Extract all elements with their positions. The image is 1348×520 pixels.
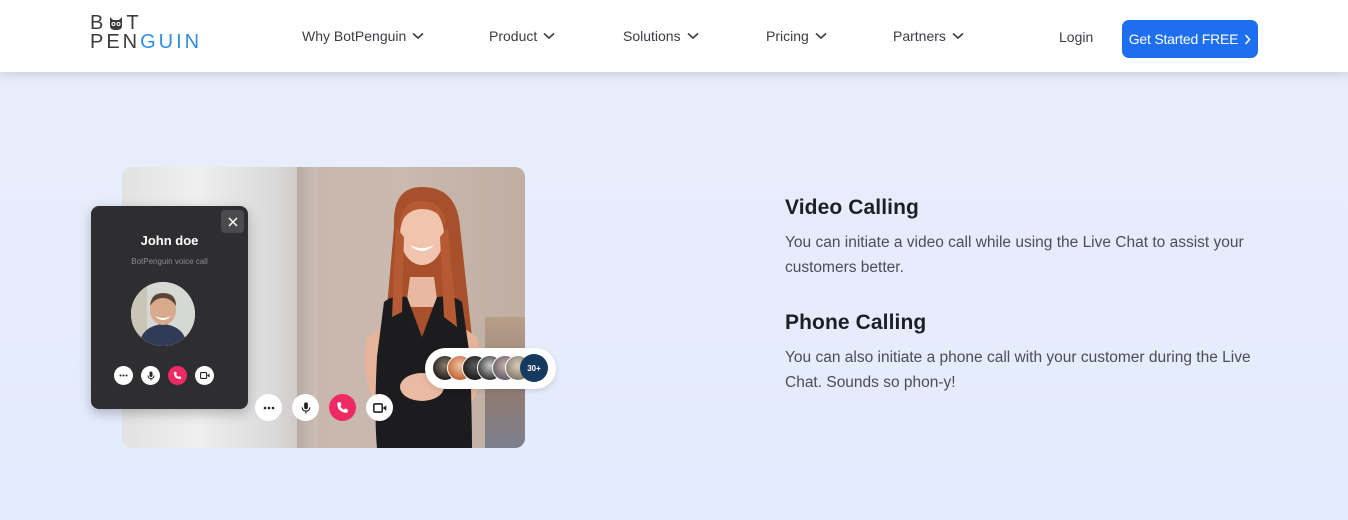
chevron-right-icon [1245,34,1251,44]
feature-description: You can initiate a video call while usin… [785,234,1244,276]
get-started-label: Get Started FREE [1128,31,1239,47]
botpenguin-logo[interactable]: B T PENGUIN [90,13,203,53]
video-toggle-button[interactable] [195,366,214,385]
video-camera-icon [199,372,209,379]
get-started-button[interactable]: Get Started FREE [1122,20,1258,58]
more-options-button[interactable] [255,394,282,421]
end-call-button[interactable] [329,394,356,421]
nav-pricing[interactable]: Pricing [766,28,827,44]
microphone-icon [301,401,310,414]
feature-title: Video Calling [785,196,919,219]
main-call-controls [255,394,393,421]
participants-count-badge: 30+ [520,354,548,382]
site-header: B T PENGUIN Why BotPenguin Product Solut… [0,0,1348,72]
chevron-down-icon [687,32,699,40]
nav-label: Solutions [623,28,681,44]
more-options-button[interactable] [114,366,133,385]
logo-text-pen: PEN [90,31,141,53]
feature-title: Phone Calling [785,311,927,334]
nav-solutions[interactable]: Solutions [623,28,699,44]
more-icon [119,374,128,377]
chevron-down-icon [952,32,964,40]
participants-pill[interactable]: 30+ [425,348,556,389]
chevron-down-icon [412,32,424,40]
nav-label: Why BotPenguin [302,28,407,44]
close-icon [227,216,238,227]
nav-label: Product [489,28,538,44]
microphone-icon [147,371,154,380]
card-call-controls [114,366,214,385]
nav-product[interactable]: Product [489,28,555,44]
more-icon [263,406,274,409]
chevron-down-icon [815,32,827,40]
feature-phone-calling: Phone Calling You can also initiate a ph… [785,311,1265,395]
caller-name: John doe [140,233,199,248]
nav-partners[interactable]: Partners [893,28,964,44]
chevron-down-icon [543,32,555,40]
nav-label: Pricing [766,28,809,44]
end-call-button[interactable] [168,366,187,385]
mute-button[interactable] [292,394,319,421]
call-subtitle: BotPenguin voice call [131,257,208,266]
logo-text-guin: GUIN [140,31,203,53]
video-toggle-button[interactable] [366,394,393,421]
nav-label: Partners [893,28,946,44]
login-link[interactable]: Login [1059,29,1093,45]
penguin-owl-icon [108,16,124,31]
close-button[interactable] [221,210,244,233]
video-camera-icon [372,402,386,413]
caller-avatar [131,282,195,346]
mute-button[interactable] [141,366,160,385]
voice-call-card: John doe BotPenguin voice call [91,206,248,409]
phone-icon [173,371,182,380]
feature-video-calling: Video Calling You can initiate a video c… [785,196,1265,280]
feature-description: You can also initiate a phone call with … [785,349,1251,391]
phone-icon [337,402,348,413]
nav-why-botpenguin[interactable]: Why BotPenguin [302,28,424,44]
